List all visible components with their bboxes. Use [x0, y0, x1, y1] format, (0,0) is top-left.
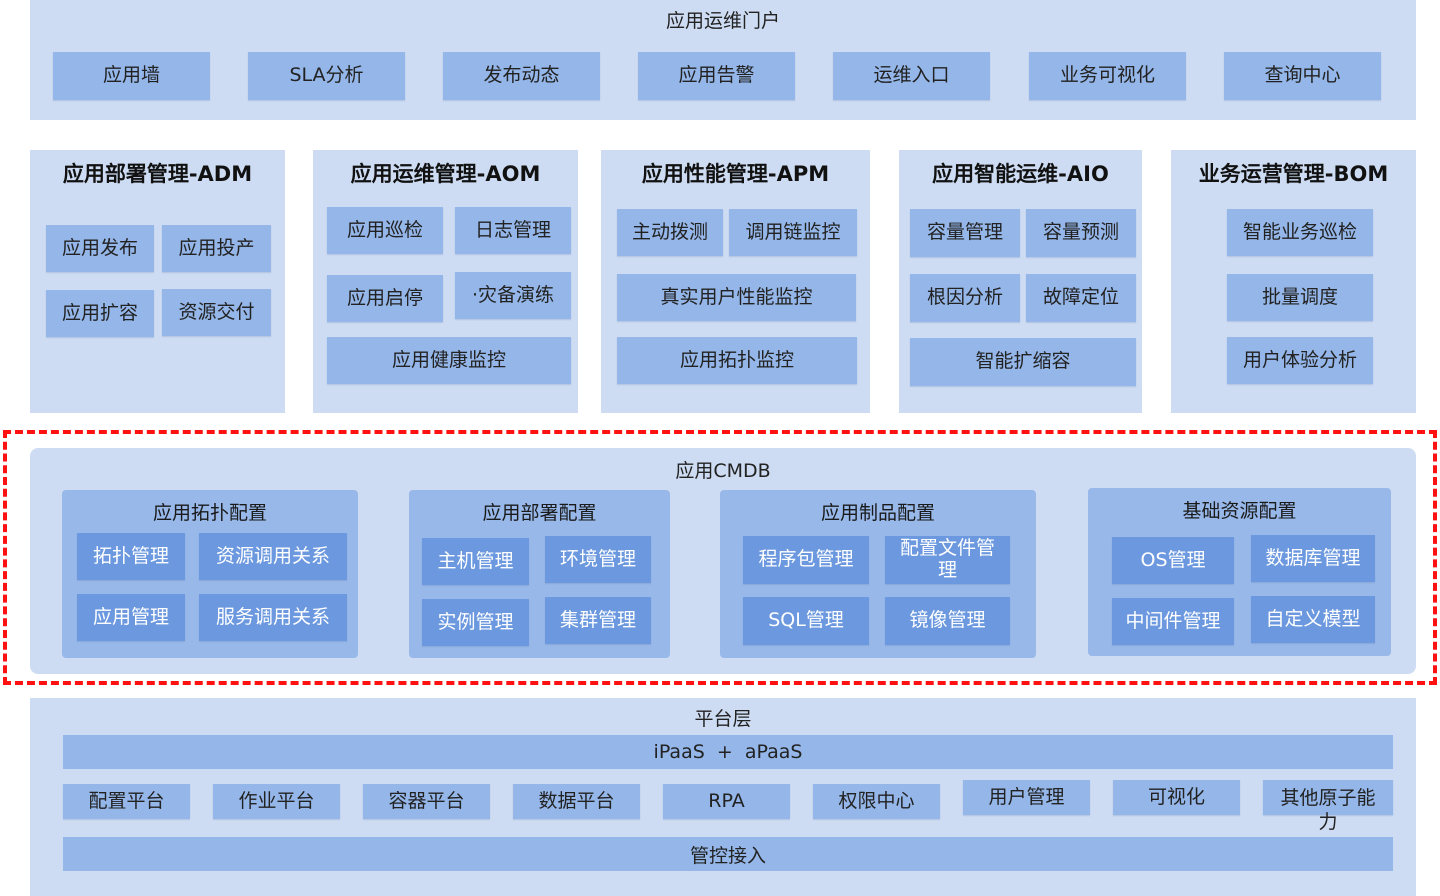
cmdb-item-instance-management[interactable]: 实例管理	[422, 599, 529, 646]
module-title-apm: 应用性能管理-APM	[641, 162, 830, 186]
cmdb-item-service-call-relations[interactable]: 服务调用关系	[199, 594, 347, 641]
cmdb-item-environment-management[interactable]: 环境管理	[545, 536, 651, 583]
module-item-app-health-monitoring[interactable]: 应用健康监控	[327, 337, 571, 384]
module-item-rum-monitoring[interactable]: 真实用户性能监控	[617, 274, 856, 321]
platform-item-permission-center[interactable]: 权限中心	[813, 784, 940, 819]
cmdb-group-title: 应用部署配置	[482, 502, 597, 524]
cmdb-item-package-management[interactable]: 程序包管理	[743, 536, 869, 584]
platform-item-data-platform[interactable]: 数据平台	[513, 784, 640, 819]
cmdb-item-topology-management[interactable]: 拓扑管理	[77, 533, 185, 580]
cmdb-item-config-file-management[interactable]: 配置文件管理	[885, 536, 1010, 584]
module-panel-apm: 应用性能管理-APM 主动拨测 调用链监控 真实用户性能监控 应用拓扑监控	[601, 150, 870, 413]
cmdb-item-middleware-management[interactable]: 中间件管理	[1112, 598, 1234, 645]
module-item-log-management[interactable]: 日志管理	[455, 207, 571, 254]
platform-item-user-management[interactable]: 用户管理	[963, 780, 1090, 815]
platform-item-container-platform[interactable]: 容器平台	[363, 784, 490, 819]
module-item-capacity-management[interactable]: 容量管理	[910, 209, 1020, 257]
module-panel-bom: 业务运营管理-BOM 智能业务巡检 批量调度 用户体验分析	[1171, 150, 1416, 413]
module-item-app-topology-monitoring[interactable]: 应用拓扑监控	[617, 337, 857, 384]
module-panel-adm: 应用部署管理-ADM 应用发布 应用投产 应用扩容 资源交付	[30, 150, 285, 413]
portal-item-sla-analysis[interactable]: SLA分析	[248, 52, 405, 100]
portal-item-app-wall[interactable]: 应用墙	[53, 52, 210, 100]
cmdb-item-sql-management[interactable]: SQL管理	[743, 597, 869, 645]
platform-layer: 平台层 iPaaS + aPaaS 配置平台 作业平台 容器平台 数据平台 RP…	[30, 698, 1416, 896]
cmdb-layer-title: 应用CMDB	[675, 460, 771, 482]
cmdb-item-image-management[interactable]: 镜像管理	[885, 597, 1010, 645]
module-item-app-production[interactable]: 应用投产	[162, 225, 271, 272]
module-item-app-release[interactable]: 应用发布	[46, 225, 154, 272]
cmdb-item-cluster-management[interactable]: 集群管理	[545, 597, 651, 644]
cmdb-group-title: 应用拓扑配置	[152, 502, 267, 524]
cmdb-item-custom-model[interactable]: 自定义模型	[1251, 596, 1375, 643]
cmdb-group-title: 应用制品配置	[820, 502, 935, 524]
module-item-resource-delivery[interactable]: 资源交付	[162, 289, 271, 336]
cmdb-item-database-management[interactable]: 数据库管理	[1251, 535, 1375, 582]
module-item-smart-autoscaling[interactable]: 智能扩缩容	[910, 338, 1136, 386]
module-item-disaster-drill[interactable]: ·灾备演练	[455, 272, 571, 319]
portal-item-query-center[interactable]: 查询中心	[1224, 52, 1381, 100]
cmdb-item-host-management[interactable]: 主机管理	[422, 538, 529, 585]
portal-item-release-feed[interactable]: 发布动态	[443, 52, 600, 100]
platform-item-job-platform[interactable]: 作业平台	[213, 784, 340, 819]
module-item-smart-business-inspection[interactable]: 智能业务巡检	[1227, 209, 1373, 256]
cmdb-item-os-management[interactable]: OS管理	[1112, 537, 1234, 584]
platform-item-label: 其他原子能力	[1280, 787, 1376, 833]
module-item-active-probing[interactable]: 主动拨测	[617, 209, 723, 256]
module-panel-aio: 应用智能运维-AIO 容量管理 容量预测 根因分析 故障定位 智能扩缩容	[899, 150, 1142, 413]
paas-bar[interactable]: iPaaS + aPaaS	[63, 735, 1393, 769]
module-item-batch-scheduling[interactable]: 批量调度	[1227, 274, 1373, 321]
module-title-aio: 应用智能运维-AIO	[932, 162, 1109, 186]
module-item-app-inspection[interactable]: 应用巡检	[327, 207, 443, 254]
module-item-app-start-stop[interactable]: 应用启停	[327, 275, 443, 322]
module-title-adm: 应用部署管理-ADM	[62, 162, 253, 186]
module-item-fault-location[interactable]: 故障定位	[1026, 274, 1136, 322]
portal-item-business-visualization[interactable]: 业务可视化	[1029, 52, 1186, 100]
portal-item-ops-entry[interactable]: 运维入口	[833, 52, 990, 100]
platform-item-rpa[interactable]: RPA	[663, 784, 790, 819]
module-item-app-scaling[interactable]: 应用扩容	[46, 290, 154, 337]
module-title-aom: 应用运维管理-AOM	[350, 162, 541, 186]
portal-layer-title: 应用运维门户	[665, 10, 780, 32]
module-item-user-experience-analysis[interactable]: 用户体验分析	[1227, 337, 1373, 384]
platform-item-config-platform[interactable]: 配置平台	[63, 784, 190, 819]
platform-layer-title: 平台层	[694, 708, 752, 730]
module-item-trace-monitoring[interactable]: 调用链监控	[729, 209, 857, 256]
module-panel-aom: 应用运维管理-AOM 应用巡检 日志管理 应用启停 ·灾备演练 应用健康监控	[313, 150, 578, 413]
portal-item-app-alerts[interactable]: 应用告警	[638, 52, 795, 100]
cmdb-group-artifact-config: 应用制品配置 程序包管理 配置文件管理 SQL管理 镜像管理	[720, 490, 1036, 658]
cmdb-item-resource-call-relations[interactable]: 资源调用关系	[199, 533, 347, 580]
module-title-bom: 业务运营管理-BOM	[1198, 162, 1389, 186]
platform-item-other-atomic-capabilities[interactable]: 其他原子能力	[1263, 780, 1393, 833]
cmdb-group-topology-config: 应用拓扑配置 拓扑管理 资源调用关系 应用管理 服务调用关系	[62, 490, 358, 658]
platform-item-visualization[interactable]: 可视化	[1113, 780, 1240, 815]
portal-layer: 应用运维门户 应用墙 SLA分析 发布动态 应用告警 运维入口 业务可视化 查询…	[30, 0, 1416, 120]
cmdb-group-base-resource-config: 基础资源配置 OS管理 数据库管理 中间件管理 自定义模型	[1088, 488, 1391, 656]
module-item-capacity-forecast[interactable]: 容量预测	[1026, 209, 1136, 257]
cmdb-group-title: 基础资源配置	[1182, 500, 1297, 522]
cmdb-group-deployment-config: 应用部署配置 主机管理 环境管理 实例管理 集群管理	[409, 490, 670, 658]
cmdb-layer: 应用CMDB 应用拓扑配置 拓扑管理 资源调用关系 应用管理 服务调用关系 应用…	[30, 448, 1416, 674]
cmdb-item-app-management[interactable]: 应用管理	[77, 594, 185, 641]
access-bar[interactable]: 管控接入	[63, 837, 1393, 871]
module-item-root-cause-analysis[interactable]: 根因分析	[910, 274, 1020, 322]
